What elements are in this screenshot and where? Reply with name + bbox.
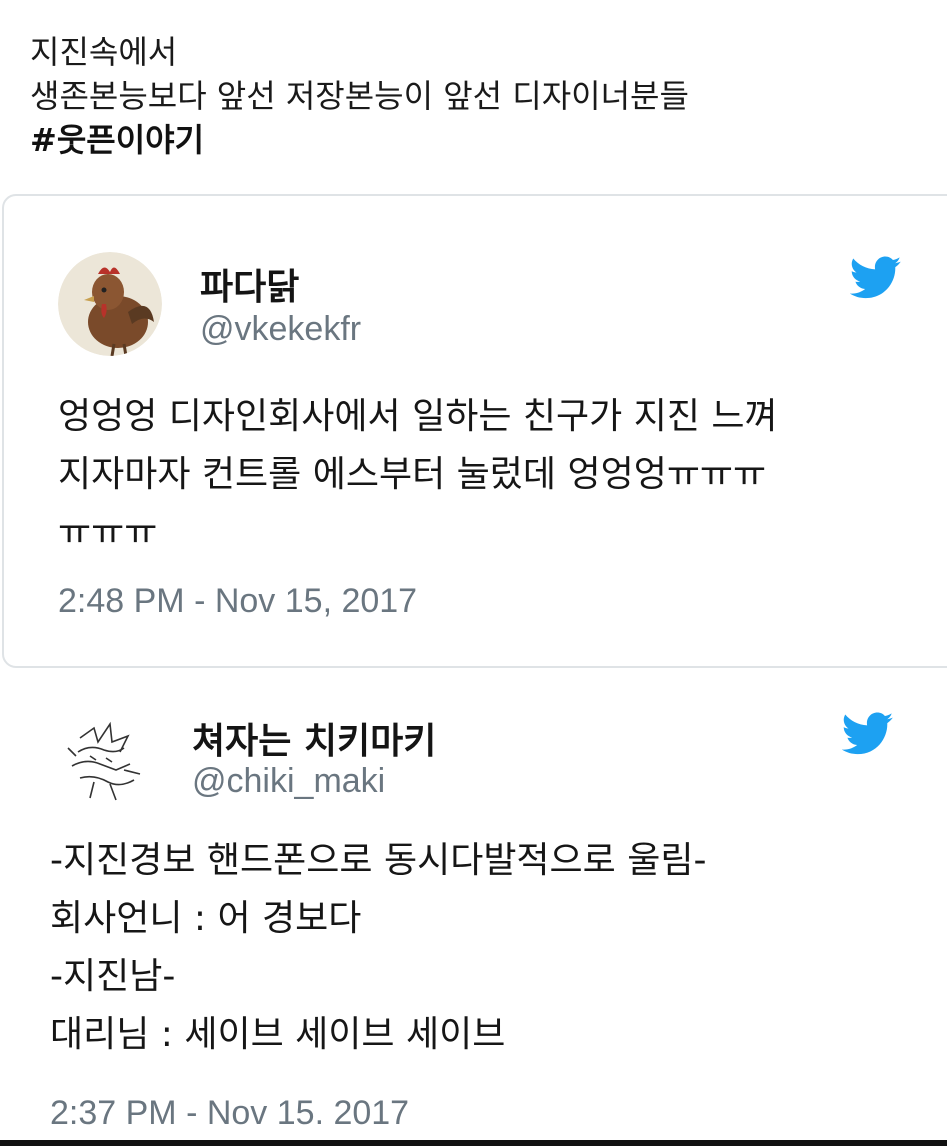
tweet-text-line: -지진남- bbox=[50, 956, 176, 997]
tweet-text-line: 회사언니 : 어 경보다 bbox=[50, 898, 362, 939]
twitter-bird-icon[interactable] bbox=[841, 712, 894, 756]
caption-line: 지진속에서 bbox=[30, 33, 178, 71]
tweet-text: 엉엉엉 디자인회사에서 일하는 친구가 지진 느껴 지자마자 컨트롤 에스부터 … bbox=[58, 388, 908, 562]
display-name[interactable]: 파다닭 bbox=[200, 258, 299, 310]
twitter-bird-icon[interactable] bbox=[849, 256, 902, 300]
bottom-divider bbox=[0, 1140, 947, 1146]
tweet-text-line: 대리님 : 세이브 세이브 세이브 bbox=[50, 1014, 506, 1055]
tweet-text-line: 지자마자 컨트롤 에스부터 눌렀데 엉엉엉ㅠㅠㅠ bbox=[58, 454, 767, 495]
tweet-text: -지진경보 핸드폰으로 동시다발적으로 울림- 회사언니 : 어 경보다 -지진… bbox=[50, 832, 900, 1064]
tweet-text-line: ㅠㅠㅠ bbox=[58, 512, 158, 553]
user-handle[interactable]: @vkekekfr bbox=[200, 310, 361, 349]
tweet: 파다닭 @vkekekfr 엉엉엉 디자인회사에서 일하는 친구가 지진 느껴 … bbox=[0, 196, 947, 656]
caption-line: 생존본능보다 앞선 저장본능이 앞선 디자이너분들 bbox=[30, 77, 689, 115]
tweet-timestamp[interactable]: 2:37 PM - Nov 15. 2017 bbox=[50, 1094, 409, 1133]
display-name[interactable]: 쳐자는 치키마키 bbox=[192, 712, 436, 764]
tweet-timestamp[interactable]: 2:48 PM - Nov 15, 2017 bbox=[58, 582, 417, 621]
hashtag-link[interactable]: #웃픈이야기 bbox=[30, 118, 920, 162]
tweet: 쳐자는 치키마키 @chiki_maki -지진경보 핸드폰으로 동시다발적으로… bbox=[0, 690, 947, 1140]
post-caption: 지진속에서 생존본능보다 앞선 저장본능이 앞선 디자이너분들 #웃픈이야기 bbox=[30, 30, 920, 162]
sketch-character-avatar[interactable] bbox=[50, 708, 154, 812]
rooster-avatar[interactable] bbox=[58, 252, 162, 356]
user-handle[interactable]: @chiki_maki bbox=[192, 762, 385, 801]
tweet-text-line: -지진경보 핸드폰으로 동시다발적으로 울림- bbox=[50, 840, 707, 881]
tweet-text-line: 엉엉엉 디자인회사에서 일하는 친구가 지진 느껴 bbox=[58, 396, 778, 437]
